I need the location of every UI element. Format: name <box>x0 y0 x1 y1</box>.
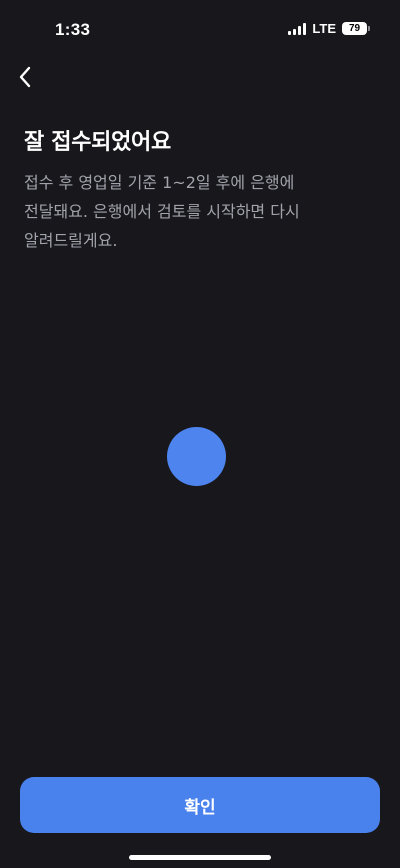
battery-icon: 79 <box>342 22 370 35</box>
loading-indicator <box>167 427 226 486</box>
page-title: 잘 접수되었어요 <box>24 130 171 155</box>
description-line: 접수 후 영업일 기준 1~2일 후에 은행에 <box>24 173 295 192</box>
cellular-signal-icon <box>288 22 307 35</box>
status-indicators: LTE 79 <box>288 21 370 36</box>
description-line: 전달돼요. 은행에서 검토를 시작하면 다시 <box>24 202 300 221</box>
confirm-button[interactable]: 확인 <box>20 777 380 833</box>
status-bar: 1:33 LTE 79 <box>0 0 400 56</box>
network-type: LTE <box>312 21 336 36</box>
chevron-left-icon <box>19 66 31 88</box>
back-button[interactable] <box>12 62 38 92</box>
description-line: 알려드릴게요. <box>24 231 118 250</box>
battery-level: 79 <box>342 22 367 35</box>
home-indicator[interactable] <box>129 855 271 860</box>
status-time: 1:33 <box>55 20 91 39</box>
description: 접수 후 영업일 기준 1~2일 후에 은행에 전달돼요. 은행에서 검토를 시… <box>24 168 354 255</box>
